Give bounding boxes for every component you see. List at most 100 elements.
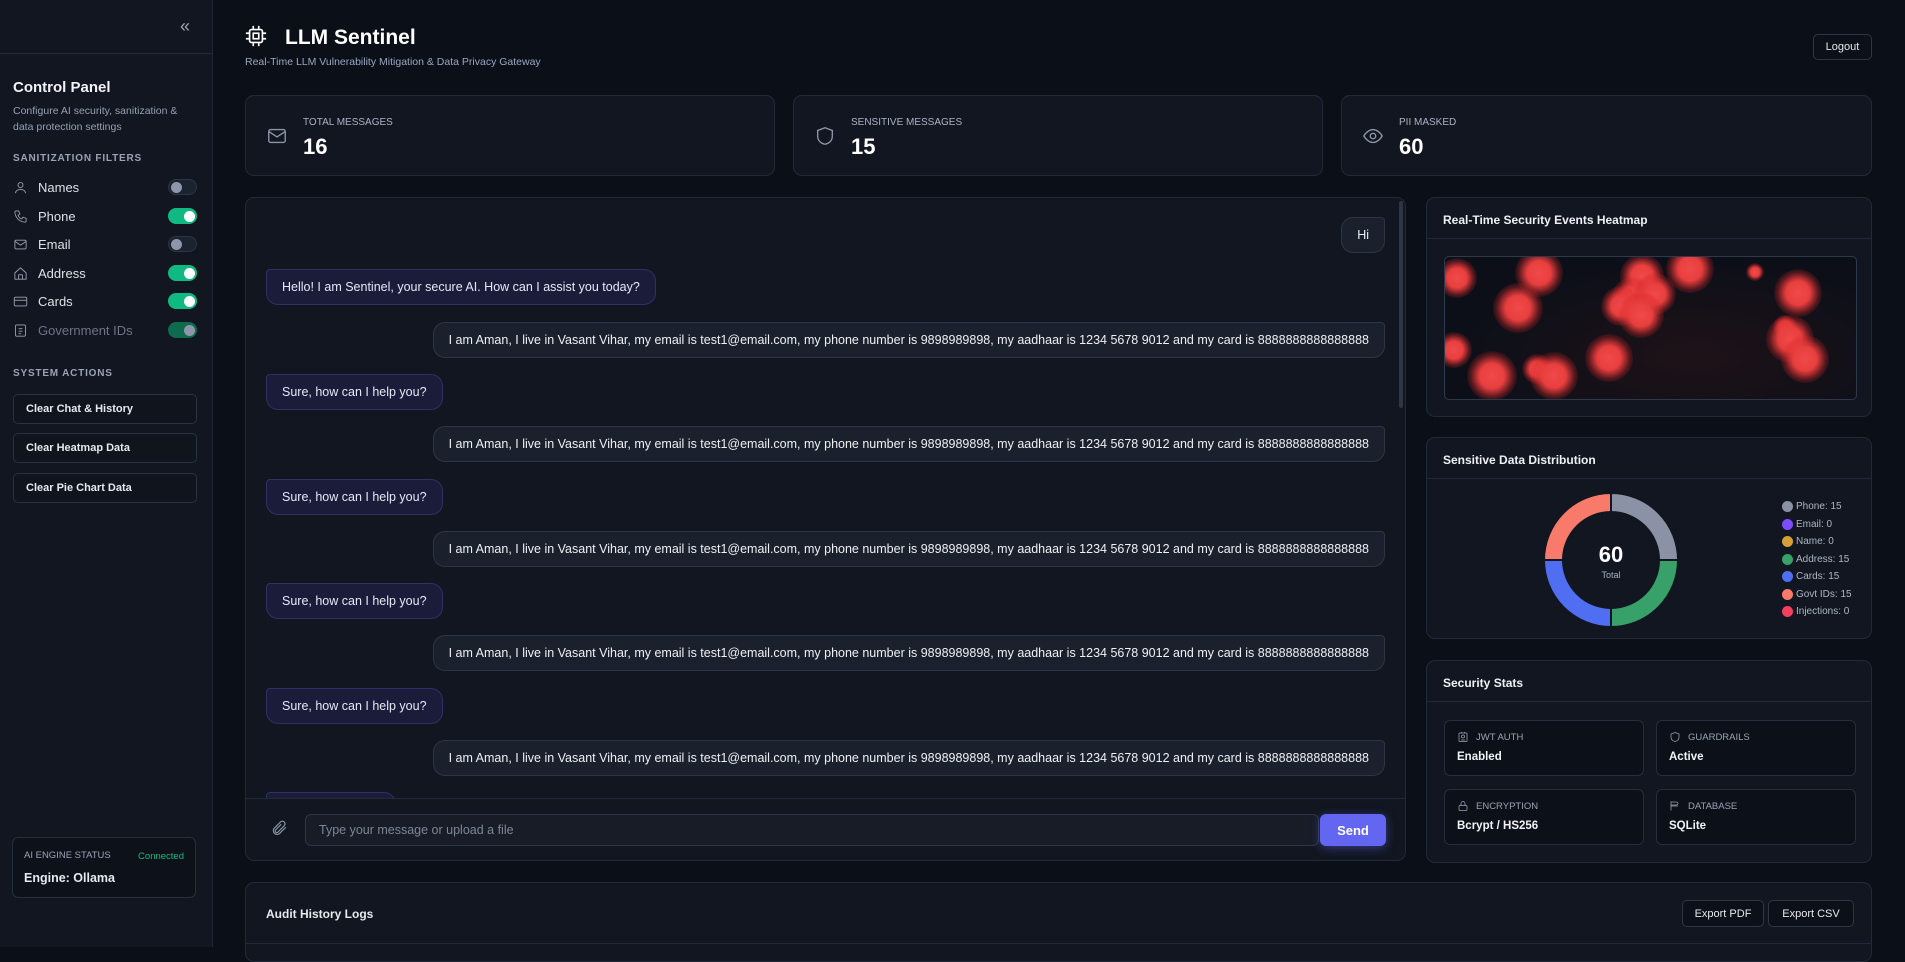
donut-slice-address[interactable] [1610, 559, 1680, 629]
filter-label: Email [38, 236, 71, 252]
security-stat-jwt: JWT AUTH Enabled [1444, 720, 1644, 776]
id-card-icon [15, 323, 26, 337]
legend-swatch [1782, 588, 1793, 600]
legend-item[interactable]: Phone: 15 [1782, 498, 1852, 516]
legend-swatch [1782, 501, 1793, 513]
export-csv-button[interactable]: Export CSV [1768, 900, 1854, 927]
app-title: LLM Sentinel [285, 26, 416, 49]
message-input[interactable] [305, 814, 1319, 846]
legend-label: Phone: 15 [1796, 501, 1842, 513]
filter-address: Address [13, 263, 197, 283]
export-pdf-button[interactable]: Export PDF [1682, 900, 1764, 927]
security-stat-label: ENCRYPTION [1476, 800, 1539, 812]
security-stat-label: JWT AUTH [1476, 731, 1524, 743]
heatmap-event-point [1530, 352, 1578, 399]
paperclip-icon[interactable] [270, 819, 288, 837]
user-message: I am Aman, I live in Vasant Vihar, my em… [432, 530, 1385, 567]
legend-swatch [1782, 553, 1793, 565]
donut-chart: 60 Total [1542, 491, 1680, 629]
mail-icon [14, 239, 27, 249]
heatmap-event-point [1746, 263, 1764, 281]
filter-label: Names [38, 179, 80, 195]
filter-toggle [168, 322, 197, 338]
heatmap-event-point [1781, 335, 1829, 383]
engine-connected-badge: Connected [138, 851, 184, 862]
security-stat-value: SQLite [1669, 820, 1707, 832]
bot-message: Sure, how can I help you? [266, 373, 443, 410]
security-stat-value: Bcrypt / HS256 [1457, 820, 1539, 832]
bot-message: Sure, how can I help you? [266, 583, 443, 620]
legend-item[interactable]: Govt IDs: 15 [1782, 586, 1852, 604]
filter-toggle[interactable] [168, 179, 197, 195]
filter-email: Email [13, 234, 197, 254]
donut-center-value: 60 [1599, 542, 1623, 567]
mail-icon [268, 128, 286, 144]
legend-swatch [1782, 606, 1793, 618]
legend-item[interactable]: Email: 0 [1782, 516, 1852, 534]
cpu-icon [245, 25, 267, 47]
shield-icon [1670, 732, 1680, 742]
filter-label: Government IDs [38, 322, 133, 338]
filter-toggle[interactable] [168, 293, 197, 309]
phone-icon [14, 209, 27, 223]
heatmap-event-point [1493, 283, 1543, 333]
ai-engine-status: AI ENGINE STATUS Connected Engine: Ollam… [12, 837, 196, 898]
app-subtitle: Real-Time LLM Vulnerability Mitigation &… [245, 56, 541, 68]
heatmap-card: Real-Time Security Events Heatmap [1426, 197, 1872, 417]
legend-item[interactable]: Cards: 15 [1782, 568, 1852, 586]
audit-title: Audit History Logs [266, 907, 374, 921]
heatmap-event-point [1445, 332, 1472, 368]
legend-item[interactable]: Address: 15 [1782, 551, 1852, 569]
user-message: I am Aman, I live in Vasant Vihar, my em… [432, 635, 1385, 672]
filter-toggle[interactable] [168, 208, 197, 224]
sidebar: « Control Panel Configure AI security, s… [0, 0, 213, 947]
clear-chat-button[interactable]: Clear Chat & History [13, 394, 197, 424]
chevrons-left-icon[interactable]: « [180, 16, 190, 37]
stat-label: TOTAL MESSAGES [303, 117, 393, 128]
legend-label: Email: 0 [1796, 518, 1833, 530]
stat-card-sensitive-messages: SENSITIVE MESSAGES 15 [793, 95, 1323, 176]
distribution-card: Sensitive Data Distribution 60 Total Pho… [1426, 437, 1872, 639]
security-stats-title: Security Stats [1427, 661, 1871, 702]
filter-toggle[interactable] [168, 265, 197, 281]
security-stat-guardrails: GUARDRAILS Active [1656, 720, 1856, 776]
legend-label: Govt IDs: 15 [1796, 588, 1852, 600]
filter-cards: Cards [13, 291, 197, 311]
send-button[interactable]: Send [1320, 814, 1386, 846]
legend-label: Name: 0 [1796, 536, 1834, 548]
legend-item[interactable]: Name: 0 [1782, 533, 1852, 551]
heatmap-title: Real-Time Security Events Heatmap [1427, 198, 1871, 239]
shield-icon [816, 127, 834, 145]
stat-value: 16 [303, 134, 328, 159]
chat-input-row: Send [246, 798, 1405, 860]
legend-label: Injections: 0 [1796, 606, 1850, 618]
legend-item[interactable]: Injections: 0 [1782, 603, 1852, 621]
security-stat-encryption: ENCRYPTION Bcrypt / HS256 [1444, 789, 1644, 845]
bot-message: Sure, how can I help you? [266, 478, 443, 515]
engine-name: Engine: Ollama [24, 871, 115, 885]
stat-label: PII MASKED [1399, 117, 1457, 128]
credit-card-icon [13, 296, 28, 306]
logout-button[interactable]: Logout [1813, 34, 1872, 60]
security-stat-label: GUARDRAILS [1688, 731, 1750, 743]
actions-heading: SYSTEM ACTIONS [13, 368, 113, 379]
clear-heatmap-button[interactable]: Clear Heatmap Data [13, 433, 197, 463]
badge-icon [1458, 732, 1468, 742]
filter-government-ids: Government IDs [13, 320, 197, 340]
lock-icon [1458, 801, 1468, 811]
chat-scrollbar[interactable] [1399, 201, 1403, 408]
database-icon [1670, 801, 1679, 811]
filter-label: Address [38, 265, 86, 281]
clear-pie-chart-button[interactable]: Clear Pie Chart Data [13, 473, 197, 503]
legend-swatch [1782, 518, 1793, 530]
bot-message: Hello! I am Sentinel, your secure AI. Ho… [266, 269, 656, 306]
divider [246, 943, 1871, 944]
donut-center-label: Total [1601, 570, 1620, 580]
legend-swatch [1782, 571, 1793, 583]
stat-card-total-messages: TOTAL MESSAGES 16 [245, 95, 775, 176]
filter-toggle[interactable] [168, 236, 197, 252]
eye-icon [1363, 128, 1383, 144]
home-icon [14, 266, 27, 280]
security-stat-value: Active [1669, 751, 1704, 763]
heatmap-event-point [1618, 292, 1664, 338]
